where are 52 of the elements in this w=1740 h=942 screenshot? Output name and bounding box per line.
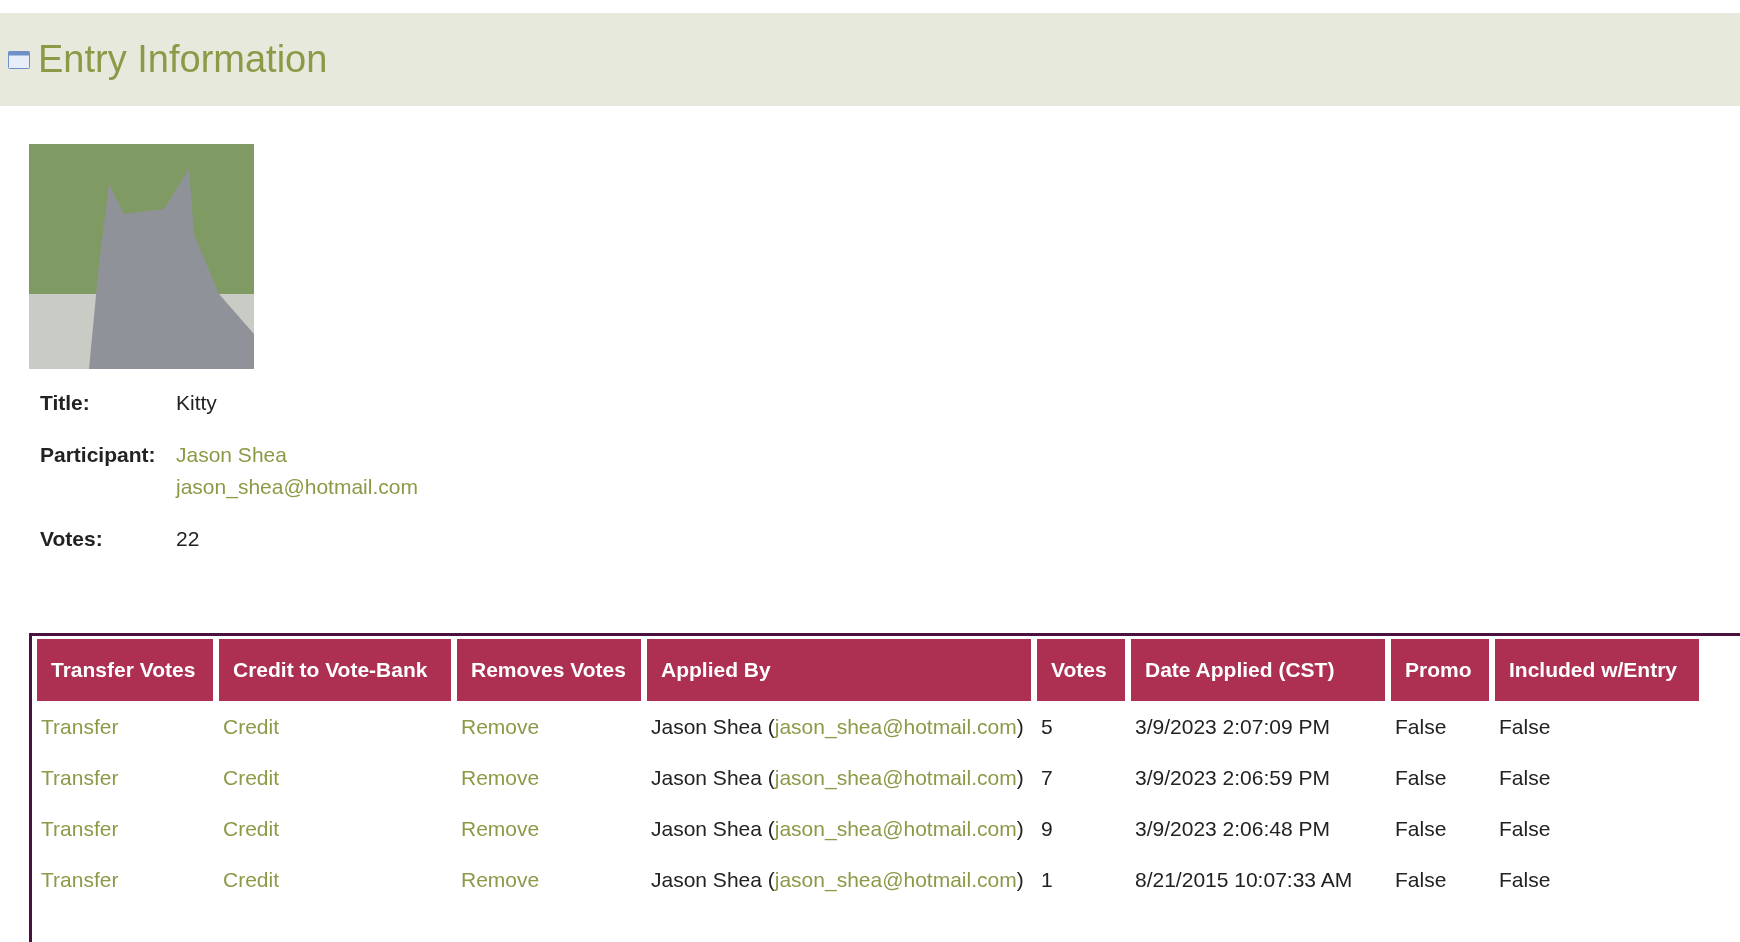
included-cell: False [1499,867,1551,891]
field-label: Title: [40,390,91,416]
page-title: Entry Information [38,38,328,81]
applied-by-text: Jason Shea (jason_shea@hotmail.com) [651,867,1024,891]
column-header: Credit to Vote-Bank [219,639,451,701]
votes-cell: 5 [1041,714,1053,738]
date-cell: 8/21/2015 10:07:33 AM [1135,867,1353,891]
credit-link[interactable]: Credit [223,867,280,891]
column-header: Removes Votes [457,639,641,701]
votes-cell: 7 [1041,765,1053,789]
credit-link[interactable]: Credit [223,714,280,738]
promo-cell: False [1395,816,1447,840]
column-header: Transfer Votes [37,639,213,701]
votes-cell: 1 [1041,867,1053,891]
field-label: Votes: [40,526,104,552]
email-link[interactable]: jason_shea@hotmail.com [176,471,1740,503]
date-cell: 3/9/2023 2:06:48 PM [1135,816,1330,840]
applied-by-text: Jason Shea (jason_shea@hotmail.com) [651,765,1024,789]
participant-link[interactable]: Jason Shea [176,439,1740,471]
email-link[interactable]: jason_shea@hotmail.com [774,867,1017,891]
credit-link[interactable]: Credit [223,765,280,789]
remove-link[interactable]: Remove [461,867,540,891]
transfer-link[interactable]: Transfer [41,867,119,891]
email-link[interactable]: jason_shea@hotmail.com [774,714,1017,738]
included-cell: False [1499,765,1551,789]
column-header: Date Applied (CST) [1131,639,1385,701]
email-link[interactable]: jason_shea@hotmail.com [774,816,1017,840]
included-cell: False [1499,714,1551,738]
promo-cell: False [1395,714,1447,738]
remove-link[interactable]: Remove [461,714,540,738]
column-header: Promo [1391,639,1489,701]
applied-by-text: Jason Shea (jason_shea@hotmail.com) [651,816,1024,840]
included-cell: False [1499,816,1551,840]
applied-by-text: Jason Shea (jason_shea@hotmail.com) [651,714,1024,738]
votes-cell: 9 [1041,816,1053,840]
email-link[interactable]: jason_shea@hotmail.com [774,765,1017,789]
transfer-link[interactable]: Transfer [41,816,119,840]
field-label: Participant: [40,442,157,468]
column-header: Applied By [647,639,1031,701]
transfer-link[interactable]: Transfer [41,765,119,789]
column-header: Votes [1037,639,1125,701]
remove-link[interactable]: Remove [461,765,540,789]
date-cell: 3/9/2023 2:06:59 PM [1135,765,1330,789]
promo-cell: False [1395,765,1447,789]
date-cell: 3/9/2023 2:07:09 PM [1135,714,1330,738]
field-value: Kitty [176,390,218,416]
remove-link[interactable]: Remove [461,816,540,840]
promo-cell: False [1395,867,1447,891]
field-value: 22 [176,526,201,552]
credit-link[interactable]: Credit [223,816,280,840]
transfer-link[interactable]: Transfer [41,714,119,738]
column-header: Included w/Entry [1495,639,1699,701]
